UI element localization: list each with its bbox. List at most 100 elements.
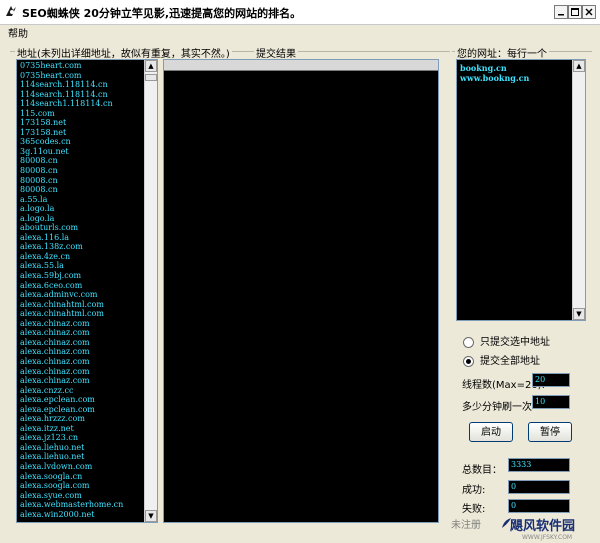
address-list-scrollbar[interactable]: ▲ ▼ [144, 60, 157, 522]
down-arrow-icon: ▼ [576, 310, 582, 318]
address-list-item[interactable]: alexa.lvdown.com [20, 462, 143, 472]
minimize-button[interactable] [554, 5, 568, 19]
address-list-item[interactable]: alexa.itzz.net [20, 424, 143, 434]
address-list-item[interactable]: 173158.net [20, 128, 143, 138]
menu-help[interactable]: 帮助 [8, 25, 28, 40]
close-icon [585, 8, 593, 16]
menu-bar: 帮助 [0, 24, 600, 40]
address-list-item[interactable]: 114search1.118114.cn [20, 99, 143, 109]
address-list-item[interactable]: alexa.epclean.com [20, 405, 143, 415]
watermark-text: 飓风软件园 [510, 519, 576, 534]
url-scroll-down-button[interactable]: ▼ [573, 308, 585, 320]
url-items: bookng.cn www.bookng.cn [460, 63, 529, 83]
address-list-item[interactable]: alexa.jz123.cn [20, 433, 143, 443]
address-list-item[interactable]: alexa.chinaz.com [20, 319, 143, 329]
success-value: 0 [508, 480, 570, 494]
address-list-item[interactable]: alexa.4ze.cn [20, 252, 143, 262]
address-list-item[interactable]: a.55.la [20, 195, 143, 205]
address-list-item[interactable]: 365codes.cn [20, 137, 143, 147]
url-scroll-up-button[interactable]: ▲ [573, 60, 585, 72]
address-list-item[interactable]: 114search.118114.cn [20, 80, 143, 90]
address-list-item[interactable]: 114search.118114.cn [20, 90, 143, 100]
address-list-item[interactable]: 80008.cn [20, 185, 143, 195]
fail-label: 失败: [462, 504, 486, 515]
address-list-item[interactable]: alexa.chinaz.com [20, 347, 143, 357]
address-list-item[interactable]: alexa.6ceo.com [20, 281, 143, 291]
address-list-item[interactable]: 173158.net [20, 118, 143, 128]
watermark-sub: WWW.JFSKY.COM [522, 534, 573, 541]
address-list-item[interactable]: alexa.soogla.com [20, 481, 143, 491]
url-list-item[interactable]: www.bookng.cn [460, 73, 529, 83]
close-button[interactable] [582, 5, 596, 19]
address-list-item[interactable]: alexa.chinaz.com [20, 367, 143, 377]
address-list-item[interactable]: alexa.cnzz.cc [20, 386, 143, 396]
scroll-thumb[interactable] [145, 74, 157, 81]
results-group-label: 提交结果 [254, 45, 298, 60]
minimize-icon [558, 14, 564, 16]
address-list-item[interactable]: alexa.116.la [20, 233, 143, 243]
address-list-item[interactable]: 80008.cn [20, 166, 143, 176]
threads-input[interactable]: 20 [532, 373, 570, 387]
results-scrollbar[interactable] [164, 60, 438, 71]
total-value: 3333 [508, 458, 570, 472]
address-list-item[interactable]: alexa.59bj.com [20, 271, 143, 281]
address-list-item[interactable]: alexa.soogla.cn [20, 472, 143, 482]
address-list-item[interactable]: alexa.hrzzz.com [20, 414, 143, 424]
url-list-scrollbar[interactable]: ▲ ▼ [572, 60, 585, 320]
address-list-item[interactable]: abouturls.com [20, 223, 143, 233]
url-group-label: 您的网址：每行一个 [455, 45, 549, 60]
up-arrow-icon: ▲ [576, 62, 582, 70]
url-list[interactable]: bookng.cn www.bookng.cn ▲ ▼ [456, 59, 586, 321]
interval-label: 多少分钟刷一次 [462, 402, 532, 413]
start-button[interactable]: 启动 [469, 422, 513, 442]
window-title: SEO蜘蛛侠 20分钟立竿见影,迅速提高您的网站的排名。 [22, 7, 302, 20]
fail-value: 0 [508, 499, 570, 513]
radio-submit-all[interactable]: 提交全部地址 [463, 352, 540, 367]
address-list-item[interactable]: 80008.cn [20, 156, 143, 166]
address-list-item[interactable]: 0735heart.com [20, 71, 143, 81]
address-group-label: 地址(未列出详细地址，故似有重复，其实不然。) [15, 45, 232, 60]
address-list-item[interactable]: alexa.liehuo.net [20, 443, 143, 453]
radio-all-indicator [463, 355, 474, 367]
address-list-item[interactable]: alexa.win2000.net [20, 510, 143, 520]
watermark-logo: 飓风软件园 WWW.JFSKY.COM [500, 512, 600, 543]
address-list-item[interactable]: 115.com [20, 109, 143, 119]
address-items: 0735heart.com 0735heart.com 114search.1181… [20, 61, 143, 519]
address-list-item[interactable]: alexa.chinahtml.com [20, 309, 143, 319]
scroll-up-button[interactable]: ▲ [145, 60, 157, 72]
total-label: 总数目： [462, 465, 502, 476]
interval-input[interactable]: 10 [532, 395, 570, 409]
address-list-item[interactable]: alexa.chinaz.com [20, 376, 143, 386]
maximize-button[interactable] [568, 5, 582, 19]
address-list-item[interactable]: alexa.webmasterhome.cn [20, 500, 143, 510]
address-list-item[interactable]: alexa.138z.com [20, 242, 143, 252]
address-list-item[interactable]: alexa.adminvc.com [20, 290, 143, 300]
address-list-item[interactable]: alexa.55.la [20, 261, 143, 271]
address-list-item[interactable]: 0735heart.com [20, 61, 143, 71]
address-list-item[interactable]: alexa.epclean.com [20, 395, 143, 405]
radio-selected-label: 只提交选中地址 [480, 337, 550, 348]
address-list-item[interactable]: alexa.chinahtml.com [20, 300, 143, 310]
url-list-item[interactable]: bookng.cn [460, 63, 529, 73]
address-list-item[interactable]: alexa.chinaz.com [20, 338, 143, 348]
address-list-item[interactable]: a.logo.la [20, 214, 143, 224]
scroll-down-button[interactable]: ▼ [145, 510, 157, 522]
results-panel[interactable] [163, 59, 439, 523]
address-list-item[interactable]: 80008.cn [20, 176, 143, 186]
radio-submit-selected[interactable]: 只提交选中地址 [463, 333, 550, 348]
address-list-item[interactable]: alexa.syue.com [20, 491, 143, 501]
address-list-item[interactable]: alexa.chinaz.com [20, 328, 143, 338]
down-arrow-icon: ▼ [148, 512, 154, 520]
address-list-item[interactable]: alexa.liehuo.net [20, 452, 143, 462]
address-list[interactable]: 0735heart.com 0735heart.com 114search.1181… [16, 59, 158, 523]
unregistered-text: 未注册 [451, 520, 481, 531]
spider-app-icon [6, 6, 16, 16]
success-label: 成功: [462, 485, 486, 496]
address-list-item[interactable]: 3g.11ou.net [20, 147, 143, 157]
pause-button[interactable]: 暂停 [528, 422, 572, 442]
up-arrow-icon: ▲ [148, 62, 154, 70]
title-bar: SEO蜘蛛侠 20分钟立竿见影,迅速提高您的网站的排名。 [0, 0, 600, 25]
radio-selected-indicator [463, 336, 474, 348]
address-list-item[interactable]: a.logo.la [20, 204, 143, 214]
address-list-item[interactable]: alexa.chinaz.com [20, 357, 143, 367]
